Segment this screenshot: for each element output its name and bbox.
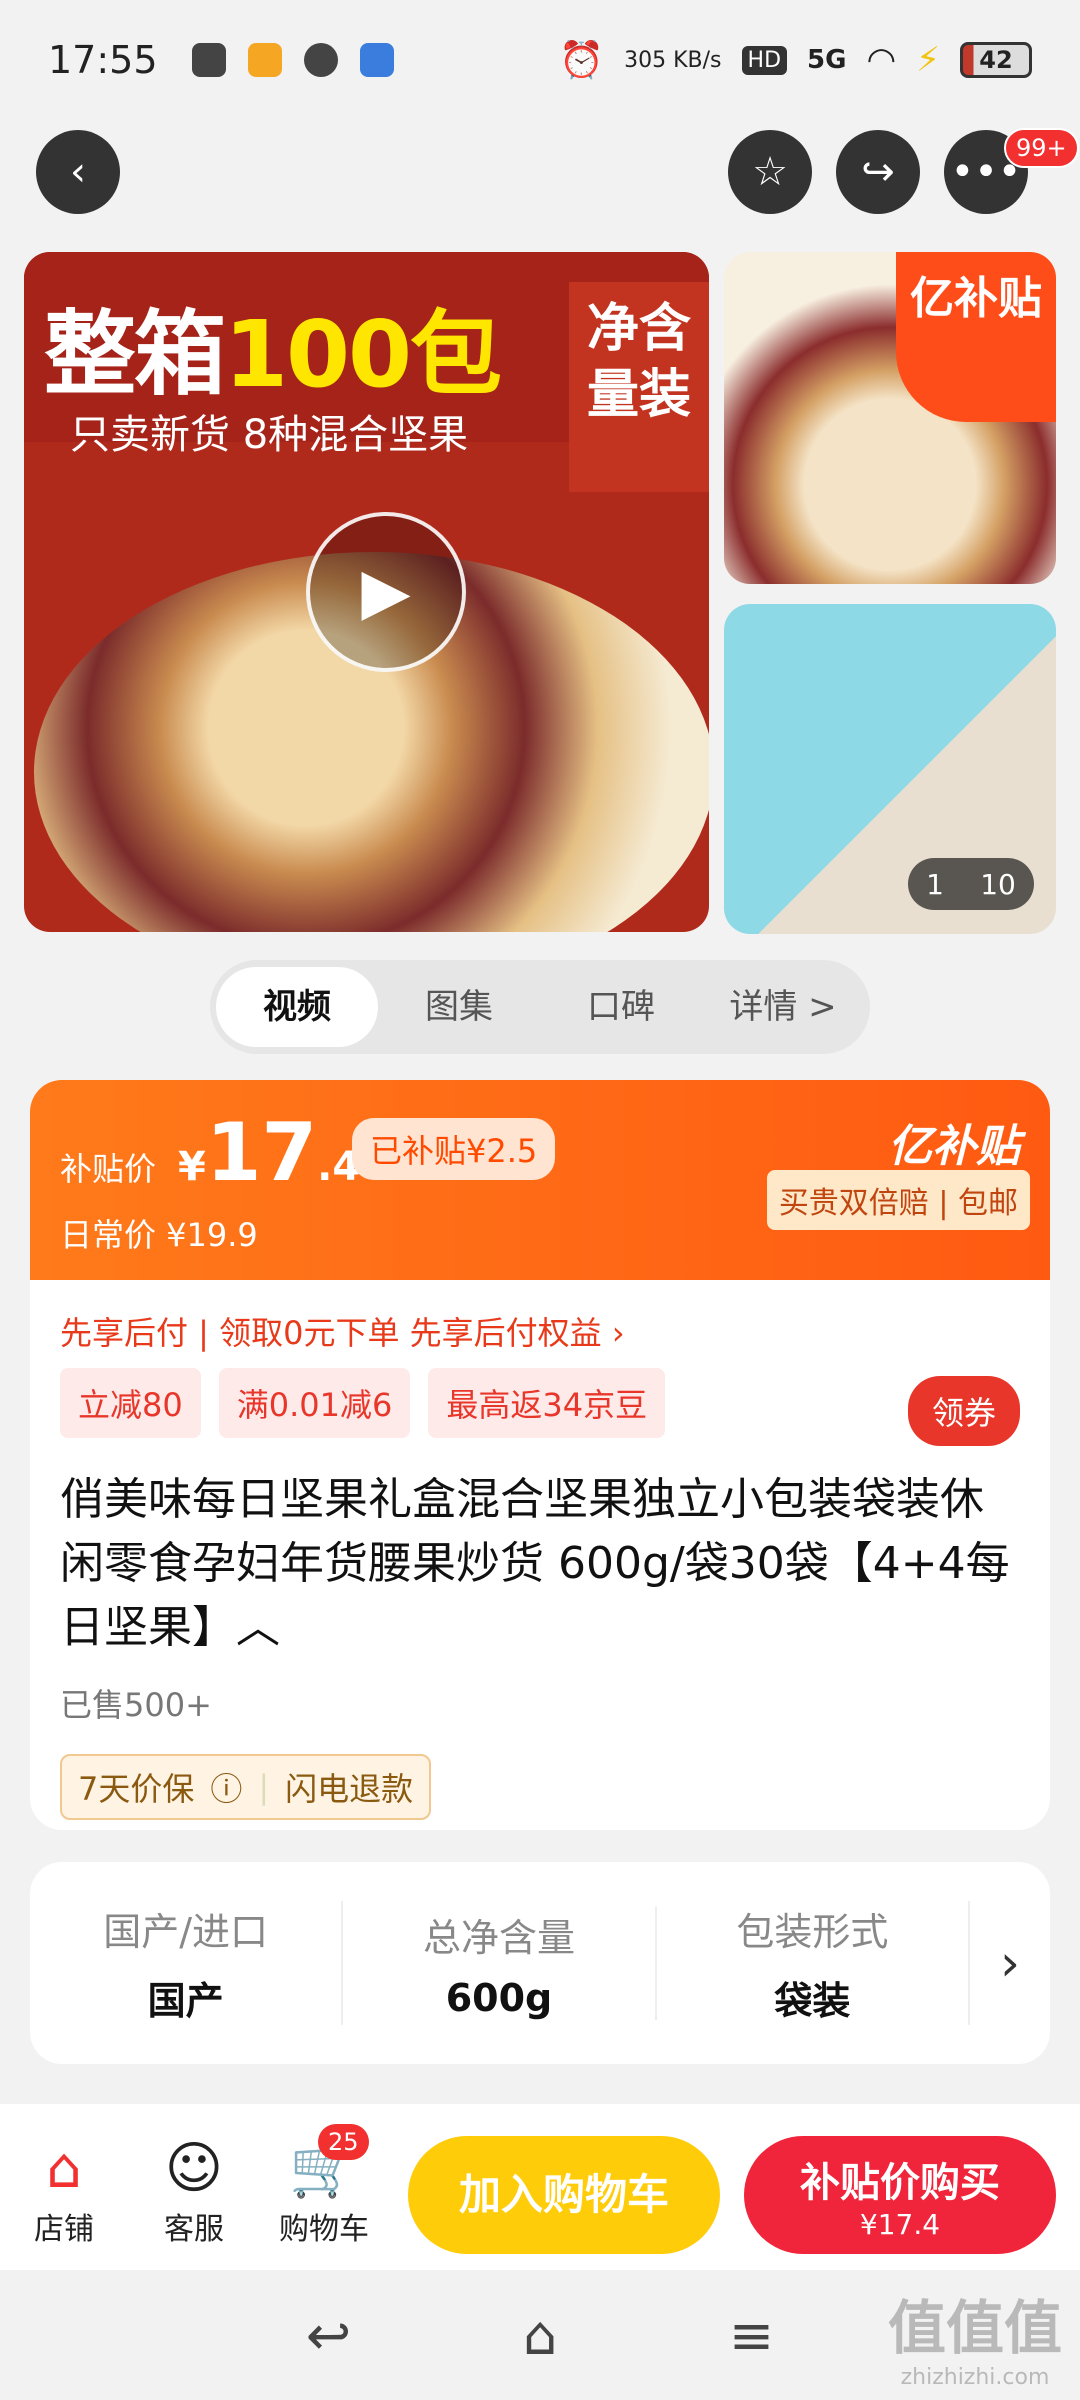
chevron-left-icon: ‹ bbox=[70, 149, 86, 195]
product-info-card: 补贴价 ¥17.4 已补贴¥2.5 日常价 ¥19.9 亿补贴 买贵双倍赔 | … bbox=[30, 1080, 1050, 1830]
battery-icon: 42 bbox=[960, 42, 1032, 78]
hero-side-label: 净含量装 bbox=[569, 282, 709, 492]
media-tabs: 视频 图集 口碑 详情 > bbox=[210, 960, 870, 1054]
net-speed: 305 KB/s bbox=[624, 47, 722, 73]
gallery-notification-icon bbox=[191, 43, 226, 77]
info-icon: ⓘ bbox=[210, 1770, 243, 1808]
add-to-cart-button[interactable]: 加入购物车 bbox=[408, 2136, 720, 2254]
coupon-item[interactable]: 立减80 bbox=[60, 1368, 201, 1438]
spec-packaging: 包装形式 袋装 bbox=[657, 1901, 970, 2025]
sold-count: 已售500+ bbox=[60, 1686, 212, 1724]
tab-gallery[interactable]: 图集 bbox=[378, 967, 540, 1047]
chevron-right-icon[interactable]: › bbox=[970, 1934, 1050, 1992]
app-notification-icon bbox=[247, 43, 282, 77]
subsidized-amount: 已补贴¥2.5 bbox=[352, 1118, 556, 1180]
spec-summary[interactable]: 国产/进口 国产 总净含量 600g 包装形式 袋装 › bbox=[30, 1862, 1050, 2064]
coupon-list: 立减80 满0.01减6 最高返34京豆 bbox=[60, 1368, 666, 1438]
baidu-notification-icon bbox=[359, 43, 394, 77]
service-button[interactable]: ☺ 客服 bbox=[134, 2134, 254, 2248]
alarm-icon: ⏰ bbox=[559, 40, 605, 81]
hd-icon: HD bbox=[741, 45, 788, 75]
play-icon[interactable]: ▶ bbox=[306, 512, 466, 672]
spec-origin: 国产/进口 国产 bbox=[30, 1901, 344, 2025]
cart-badge: 25 bbox=[318, 2124, 369, 2160]
coupon-item[interactable]: 最高返34京豆 bbox=[428, 1368, 666, 1438]
share-icon: ↪ bbox=[861, 149, 895, 195]
gallery-thumb-1[interactable]: 亿补贴 bbox=[724, 252, 1056, 584]
buy-now-button[interactable]: 补贴价购买 ¥17.4 bbox=[744, 2136, 1056, 2254]
hero-title: 整箱100包 bbox=[44, 301, 502, 408]
wifi-icon: ◠ bbox=[866, 40, 897, 80]
price-banner: 补贴价 ¥17.4 已补贴¥2.5 日常价 ¥19.9 亿补贴 买贵双倍赔 | … bbox=[30, 1080, 1050, 1280]
coupon-item[interactable]: 满0.01减6 bbox=[218, 1368, 411, 1438]
daily-price: 日常价 ¥19.9 bbox=[60, 1216, 258, 1254]
store-icon: ⌂ bbox=[46, 2136, 82, 2201]
subsidy-tag: 亿补贴 bbox=[896, 252, 1056, 422]
chat-icon: ☺ bbox=[164, 2136, 224, 2201]
bottom-action-bar: ⌂ 店铺 ☺ 客服 🛒 购物车 25 加入购物车 补贴价购买 ¥17.4 bbox=[0, 2104, 1080, 2270]
tab-details[interactable]: 详情 > bbox=[702, 967, 864, 1047]
pay-later-link[interactable]: 先享后付 | 领取0元下单 先享后付权益 › bbox=[60, 1308, 625, 1354]
zhi-notification-icon bbox=[303, 43, 338, 77]
home-nav-icon[interactable]: ⌂ bbox=[523, 2304, 557, 2367]
status-time: 17:55 bbox=[48, 38, 158, 82]
store-button[interactable]: ⌂ 店铺 bbox=[4, 2134, 124, 2248]
status-right: ⏰ 305 KB/s HD 5G ◠ ⚡ 42 bbox=[559, 39, 1032, 81]
subsidy-price: ¥17.4 bbox=[178, 1106, 361, 1199]
watermark: 值值值 zhizhizhi.com bbox=[887, 2294, 1062, 2390]
get-coupon-button[interactable]: 领券 bbox=[907, 1376, 1020, 1446]
signal-icon: 5G bbox=[807, 45, 847, 75]
back-button[interactable]: ‹ bbox=[36, 130, 120, 214]
charging-icon: ⚡ bbox=[916, 40, 940, 80]
price-label: 补贴价 bbox=[60, 1150, 157, 1188]
menu-nav-icon[interactable]: ≡ bbox=[729, 2304, 774, 2367]
status-app-icons bbox=[191, 43, 394, 77]
notification-badge: 99+ bbox=[1004, 128, 1079, 168]
tab-video[interactable]: 视频 bbox=[216, 967, 378, 1047]
hero-subtitle: 只卖新货 8种混合坚果 bbox=[70, 412, 469, 458]
status-bar: 17:55 ⏰ 305 KB/s HD 5G ◠ ⚡ 42 bbox=[0, 0, 1080, 120]
product-title[interactable]: 俏美味每日坚果礼盒混合坚果独立小包装袋装休闲零食孕妇年货腰果炒货 600g/袋3… bbox=[60, 1468, 1020, 1660]
gallery-counter: 1 10 bbox=[908, 858, 1034, 910]
subsidy-brand[interactable]: 亿补贴 bbox=[888, 1110, 1020, 1174]
tab-reviews[interactable]: 口碑 bbox=[540, 967, 702, 1047]
spec-net-weight: 总净含量 600g bbox=[343, 1906, 657, 2020]
hero-video[interactable]: 整箱100包 只卖新货 8种混合坚果 净含量装 ▶ bbox=[24, 252, 709, 932]
favorite-button[interactable]: ☆ bbox=[728, 130, 812, 214]
share-button[interactable]: ↪ bbox=[836, 130, 920, 214]
service-badges[interactable]: 7天价保 ⓘ | 闪电退款 bbox=[60, 1754, 432, 1820]
back-nav-icon[interactable]: ↩ bbox=[306, 2304, 351, 2367]
star-icon: ☆ bbox=[752, 149, 788, 195]
guarantee-badge: 买贵双倍赔 | 包邮 bbox=[766, 1170, 1030, 1230]
